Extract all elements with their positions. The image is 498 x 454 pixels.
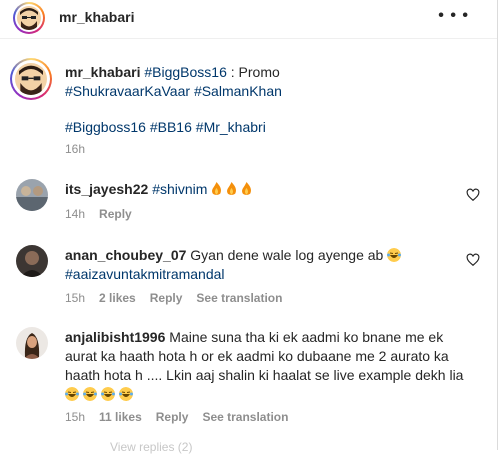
comment-body: aurat ka haath hota h or ek aadmi ko dub… xyxy=(65,348,449,364)
see-translation-button[interactable]: See translation xyxy=(196,291,282,305)
commenter-avatar[interactable] xyxy=(16,179,48,211)
see-translation-button[interactable]: See translation xyxy=(202,410,288,424)
more-horizontal-icon[interactable]: • • • xyxy=(438,7,469,25)
comment-meta: 14h Reply xyxy=(65,207,146,221)
heart-icon[interactable] xyxy=(466,253,480,267)
view-replies-button[interactable]: View replies (2) xyxy=(110,440,192,454)
comment-body: haath hota h .... Lkin aaj shalin ki haa… xyxy=(65,367,464,383)
author-avatar[interactable] xyxy=(17,6,41,30)
comment-text: anan_choubey_07 Gyan dene wale log ayeng… xyxy=(65,246,435,284)
comment-body: Gyan dene wale log ayenge ab xyxy=(190,247,384,263)
heart-icon[interactable] xyxy=(466,188,480,202)
comment-text: its_jayesh22 #shivnim xyxy=(65,180,252,199)
comment-username[interactable]: anan_choubey_07 xyxy=(65,247,186,263)
laughing-emoji xyxy=(82,387,97,401)
caption-avatar[interactable] xyxy=(15,63,47,95)
hashtag-link[interactable]: #ShukravaarKaVaar xyxy=(65,83,190,99)
caption-text: mr_khabari #BiggBoss16 : Promo #Shukrava… xyxy=(65,63,465,101)
comment-username[interactable]: its_jayesh22 xyxy=(65,181,148,197)
comment-time[interactable]: 15h xyxy=(65,410,85,424)
hashtag-link[interactable]: #BB16 xyxy=(150,119,192,135)
reply-button[interactable]: Reply xyxy=(156,410,189,424)
laughing-emoji xyxy=(387,248,402,262)
commenter-avatar[interactable] xyxy=(16,327,48,359)
hashtag-link[interactable]: #SalmanKhan xyxy=(194,83,282,99)
comment-time[interactable]: 15h xyxy=(65,291,85,305)
header-username[interactable]: mr_khabari xyxy=(59,9,134,25)
comment-meta: 15h 2 likes Reply See translation xyxy=(65,291,296,305)
likes-count[interactable]: 11 likes xyxy=(99,410,142,424)
reply-button[interactable]: Reply xyxy=(150,291,183,305)
fire-emoji xyxy=(242,182,252,195)
comment-username[interactable]: anjalibisht1996 xyxy=(65,329,165,345)
caption-tags: #Biggboss16 #BB16 #Mr_khabri xyxy=(65,118,266,137)
comment-body: Maine suna tha ki ek aadmi ko bnane me e… xyxy=(169,329,444,345)
laughing-emoji xyxy=(100,387,115,401)
laughing-emoji xyxy=(65,387,79,401)
caption-time[interactable]: 16h xyxy=(65,142,85,156)
hashtag-link[interactable]: #BiggBoss16 xyxy=(144,64,227,80)
hashtag-link[interactable]: #Mr_khabri xyxy=(196,119,266,135)
hashtag-link[interactable]: #aaizavuntakmitramandal xyxy=(65,266,225,282)
hashtag-link[interactable]: #shivnim xyxy=(152,181,207,197)
likes-count[interactable]: 2 likes xyxy=(99,291,136,305)
hashtag-link[interactable]: #Biggboss16 xyxy=(65,119,146,135)
caption-username[interactable]: mr_khabari xyxy=(65,64,140,80)
fire-emoji xyxy=(227,182,237,195)
reply-button[interactable]: Reply xyxy=(99,207,132,221)
laughing-emoji xyxy=(118,387,133,401)
comment-text: anjalibisht1996 Maine suna tha ki ek aad… xyxy=(65,328,475,404)
post-header: mr_khabari • • • xyxy=(0,0,497,39)
fire-emoji xyxy=(212,182,222,195)
caption-body: : Promo xyxy=(226,64,280,80)
commenter-avatar[interactable] xyxy=(16,245,48,277)
comment-time[interactable]: 14h xyxy=(65,207,85,221)
comment-meta: 15h 11 likes Reply See translation xyxy=(65,410,302,424)
